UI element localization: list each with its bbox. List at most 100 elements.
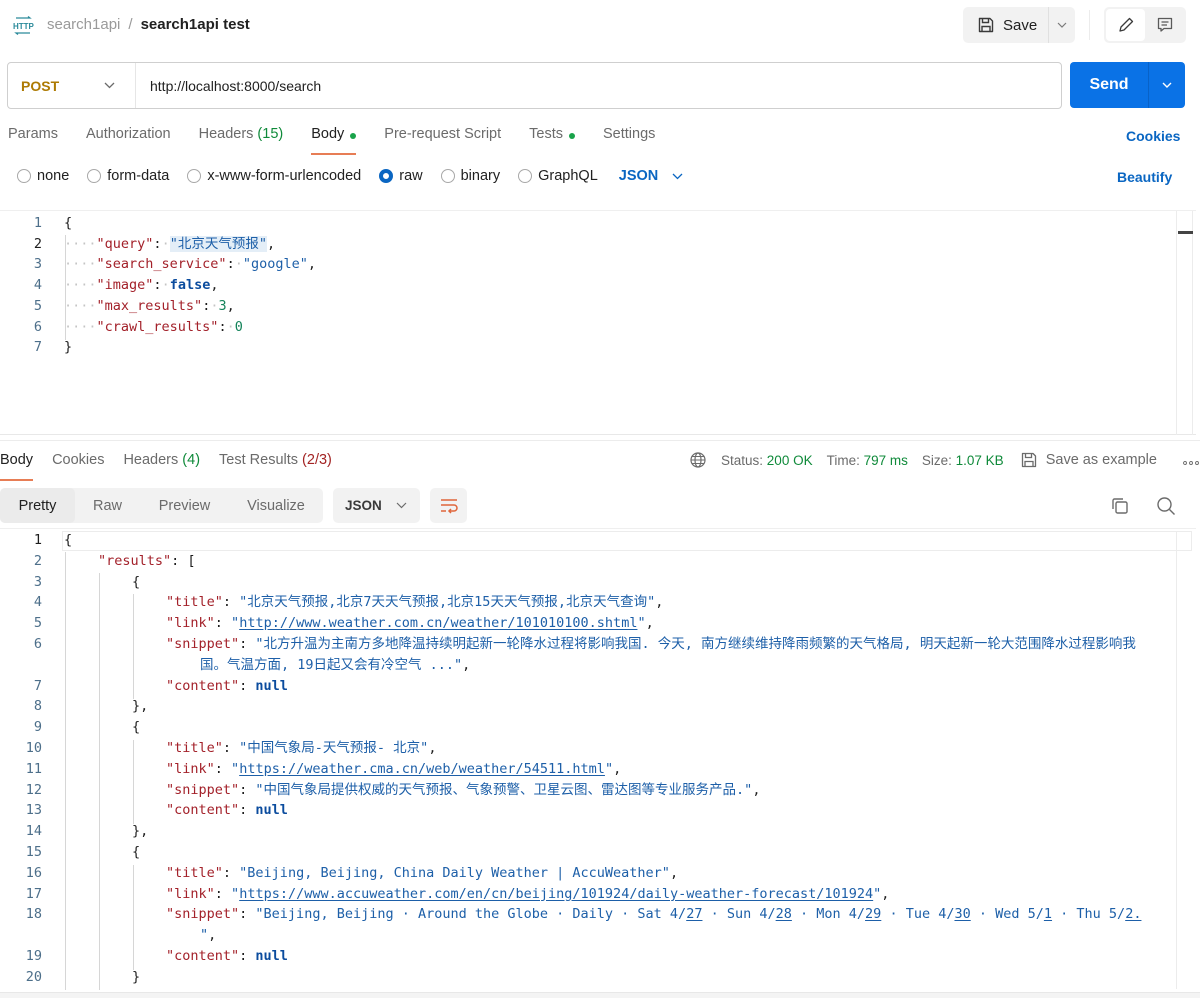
more-options-icon[interactable] [1183, 461, 1199, 465]
code-text: ····"query":·"北京天气预报", [64, 234, 275, 255]
radio-label: x-www-form-urlencoded [207, 168, 362, 184]
code-link[interactable]: 2. [1125, 906, 1141, 922]
code-token: " [604, 760, 614, 777]
code-token: ···· [64, 318, 97, 335]
svg-text:HTTP: HTTP [13, 22, 34, 31]
code-link[interactable]: 28 [776, 906, 792, 922]
pane-divider[interactable] [0, 440, 1200, 441]
response-time[interactable]: Time: 797 ms [827, 453, 908, 468]
tab-tests[interactable]: Tests [529, 126, 575, 155]
code-text: } [64, 337, 72, 358]
save-button[interactable]: Save [963, 7, 1048, 43]
line-number: 6 [33, 636, 42, 652]
code-token: , [210, 277, 219, 294]
code-text: { [132, 572, 140, 593]
code-link[interactable]: http://www.weather.com.cn/weather/101010… [239, 615, 637, 631]
globe-icon[interactable] [689, 451, 707, 469]
code-link[interactable]: 1 [1044, 906, 1052, 922]
edit-button[interactable] [1106, 9, 1145, 41]
tab-headers[interactable]: Headers (15) [199, 126, 284, 155]
tab-authorization[interactable]: Authorization [86, 126, 171, 155]
code-token: { [132, 844, 141, 860]
code-token: · [226, 318, 235, 335]
code-token: : [ [171, 552, 196, 569]
view-pretty[interactable]: Pretty [0, 488, 75, 523]
method-label: POST [21, 77, 60, 94]
view-preview[interactable]: Preview [140, 488, 229, 523]
breadcrumb-collection[interactable]: search1api [47, 16, 120, 33]
line-number: 7 [33, 339, 42, 356]
beautify-button[interactable]: Beautify [1117, 169, 1172, 185]
response-tab-body[interactable]: Body [0, 452, 34, 481]
response-scrollbar[interactable] [1176, 531, 1193, 989]
code-text: "link": "https://weather.cma.cn/web/weat… [166, 759, 621, 780]
time-value: 797 ms [863, 452, 908, 468]
code-token: "query" [96, 235, 154, 252]
code-token: "max_results" [96, 297, 203, 314]
code-token: }, [132, 823, 149, 840]
code-link[interactable]: 29 [865, 906, 881, 922]
save-as-example-button[interactable]: Save as example [1020, 451, 1157, 469]
body-language-select[interactable]: JSON [619, 168, 684, 184]
code-token: ···· [64, 256, 97, 273]
code-token: "snippet" [166, 781, 240, 798]
line-number: 1 [33, 215, 42, 231]
radio-none[interactable]: none [17, 168, 69, 184]
response-tab-test-results[interactable]: Test Results (2/3) [219, 452, 332, 481]
status[interactable]: Status: 200 OK [721, 453, 813, 468]
view-raw[interactable]: Raw [75, 488, 140, 523]
send-options-button[interactable] [1148, 62, 1185, 108]
code-link[interactable]: https://weather.cma.cn/web/weather/54511… [239, 761, 605, 777]
code-token: , [208, 927, 217, 944]
code-link[interactable]: https://www.accuweather.com/en/cn/beijin… [239, 886, 873, 902]
tab-label: Authorization [85, 126, 171, 142]
floppy-disk-icon [978, 17, 994, 33]
code-link[interactable]: 30 [954, 906, 970, 922]
comments-button[interactable] [1145, 9, 1184, 41]
search-icon[interactable] [1156, 496, 1176, 516]
response-body-viewer[interactable]: 1{2 "results": [3{4 "title": "北京天气预报,北京7天天… [0, 528, 1196, 990]
cookies-link[interactable]: Cookies [1126, 128, 1180, 144]
radio-x-www-form-urlencoded[interactable]: x-www-form-urlencoded [187, 168, 361, 184]
save-options-button[interactable] [1048, 7, 1075, 43]
code-token: "content" [166, 948, 240, 964]
response-tab-headers[interactable]: Headers (4) [123, 452, 200, 481]
radio-label: none [37, 168, 70, 184]
code-line: 7 "content": null [0, 676, 1170, 697]
response-format-select[interactable]: JSON [333, 488, 420, 523]
code-token: · Wed 5/ [970, 906, 1044, 923]
tab-pre-request-script[interactable]: Pre-request Script [384, 126, 501, 155]
size-value: 1.07 KB [955, 452, 1004, 468]
view-visualize[interactable]: Visualize [229, 488, 323, 523]
code-token: , [462, 656, 471, 673]
wrap-lines-button[interactable] [430, 488, 467, 523]
code-token: "Beijing, Beijing, China Daily Weather |… [239, 864, 670, 881]
copy-icon[interactable] [1110, 496, 1130, 516]
code-link[interactable]: 27 [686, 906, 702, 922]
editor-scrollbar[interactable] [1176, 211, 1193, 435]
code-token: · Mon 4/ [791, 906, 866, 923]
code-token: "Beijing, Beijing · Around the Globe · D… [255, 906, 687, 923]
send-button[interactable]: Send [1070, 62, 1148, 108]
radio-form-data[interactable]: form-data [87, 168, 169, 184]
code-line: 14}, [0, 821, 1170, 842]
response-size[interactable]: Size: 1.07 KB [922, 453, 1004, 468]
request-body-editor[interactable]: 1{2 ····"query":·"北京天气预报", 3 ····"search_se… [0, 210, 1196, 435]
response-tab-cookies[interactable]: Cookies [52, 452, 104, 481]
status-bar [0, 992, 1200, 998]
tab-body[interactable]: Body [311, 126, 357, 155]
chevron-down-icon [104, 82, 115, 89]
save-example-label: Save as example [1045, 452, 1157, 468]
radio-graphql[interactable]: GraphQL [518, 168, 598, 184]
tab-params[interactable]: Params [8, 126, 58, 155]
tab-settings[interactable]: Settings [603, 126, 655, 155]
tab-label: Body [311, 126, 345, 142]
code-token: : [226, 256, 235, 273]
method-select[interactable]: POST [8, 63, 136, 108]
radio-raw[interactable]: raw [379, 168, 423, 184]
code-token: : [222, 594, 240, 611]
code-token: : [239, 781, 256, 798]
request-title[interactable]: search1api test [141, 16, 250, 33]
radio-binary[interactable]: binary [440, 168, 500, 184]
url-input[interactable] [136, 63, 1061, 108]
